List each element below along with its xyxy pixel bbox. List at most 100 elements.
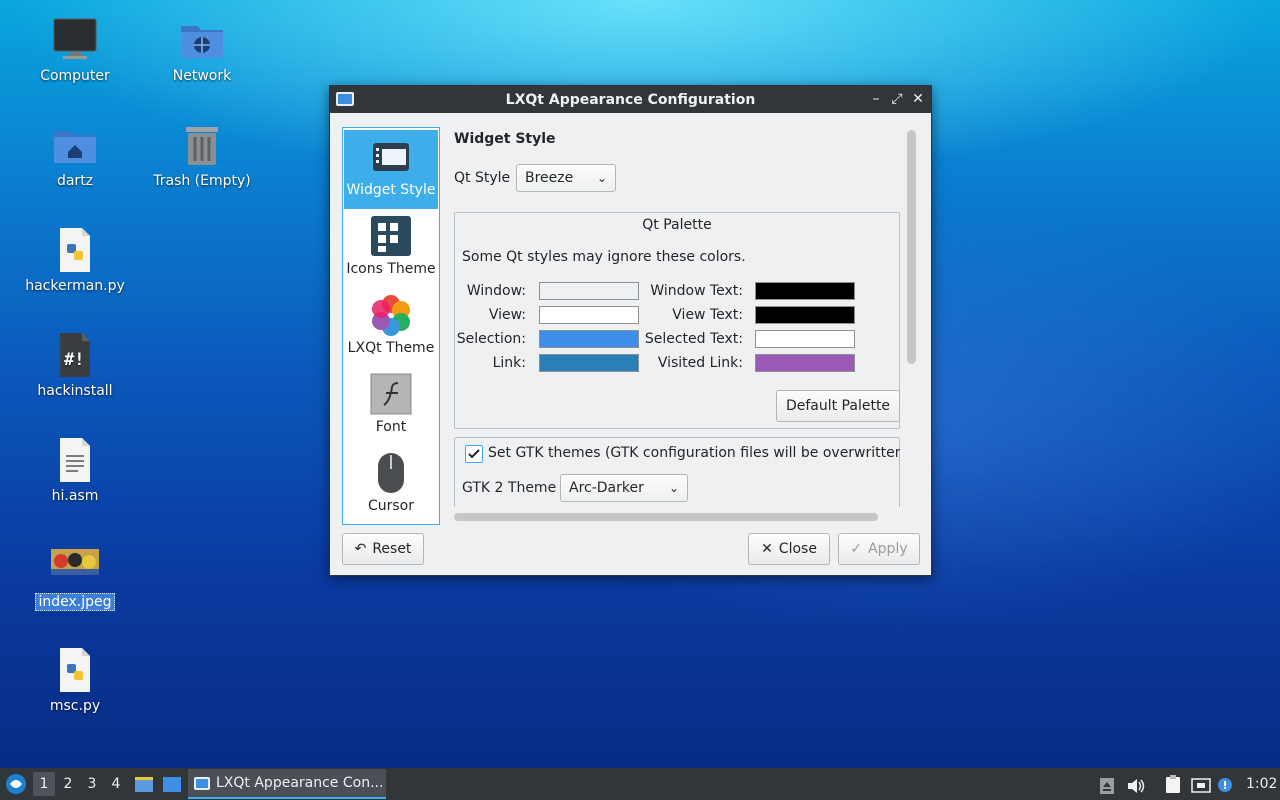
panel-heading: Widget Style — [454, 131, 556, 147]
file-manager-launcher[interactable] — [134, 774, 154, 794]
qt-style-combo[interactable]: Breeze ⌄ — [516, 164, 616, 192]
minimize-button[interactable]: – — [867, 90, 885, 108]
image-file-icon — [51, 541, 99, 589]
file-manager-icon — [135, 777, 153, 792]
task-appearance-window[interactable]: LXQt Appearance Con... — [188, 769, 386, 799]
vertical-scrollbar[interactable] — [907, 130, 916, 364]
desktop-icon-hi-asm[interactable]: hi.asm — [13, 436, 137, 504]
task-label: LXQt Appearance Con... — [216, 775, 384, 791]
window-text-color-label: Window Text: — [650, 283, 743, 299]
desktop-icon-dartz[interactable]: dartz — [13, 121, 137, 189]
network-status-button[interactable] — [1191, 775, 1211, 793]
network-icon — [1191, 778, 1211, 793]
sidebar-item-icons-theme[interactable]: Icons Theme — [344, 209, 438, 288]
link-color-swatch[interactable] — [539, 354, 639, 372]
maximize-button[interactable]: ⤢ — [888, 90, 906, 108]
python-file-icon — [51, 226, 99, 274]
info-icon — [1218, 778, 1232, 792]
close-window-button[interactable]: ✕ — [909, 90, 927, 108]
close-button-label: Close — [778, 541, 817, 557]
reset-button-label: Reset — [372, 541, 412, 557]
undo-icon: ↶ — [354, 541, 367, 557]
sidebar-item-font[interactable]: Font — [344, 367, 438, 446]
desktop-switch-4[interactable]: 4 — [105, 772, 127, 796]
gtk-group: Set GTK themes (GTK configuration files … — [454, 437, 900, 507]
desktop-icon-index-jpeg[interactable]: index.jpeg — [13, 541, 137, 611]
network-folder-icon — [178, 16, 226, 64]
window-color-swatch[interactable] — [539, 282, 639, 300]
sidebar-item-lxqt-theme[interactable]: LXQt Theme — [344, 288, 438, 367]
qt-style-value: Breeze — [525, 170, 574, 186]
reset-button[interactable]: ↶ Reset — [342, 533, 424, 565]
text-file-icon — [51, 436, 99, 484]
close-button[interactable]: ✕ Close — [748, 533, 830, 565]
window-title: LXQt Appearance Configuration — [505, 91, 756, 108]
python-file-icon — [51, 646, 99, 694]
desktop-switch-3[interactable]: 3 — [81, 772, 103, 796]
font-icon — [370, 373, 412, 415]
view-text-color-swatch[interactable] — [755, 306, 855, 324]
taskbar: 1 2 3 4 LXQt Appearance Con... 1:02 — [0, 768, 1280, 800]
desktop-icon-trash[interactable]: Trash (Empty) — [140, 121, 264, 189]
view-color-label: View: — [488, 307, 526, 323]
cursor-icon — [370, 452, 412, 494]
icons-theme-icon — [370, 215, 412, 257]
category-sidebar: Widget Style Icons Theme LXQt Theme Font… — [342, 127, 440, 525]
main-menu-button[interactable] — [4, 772, 28, 796]
visited-link-color-swatch[interactable] — [755, 354, 855, 372]
sidebar-item-cursor[interactable]: Cursor — [344, 446, 438, 525]
view-color-swatch[interactable] — [539, 306, 639, 324]
desktop-icon-label: Trash (Empty) — [153, 173, 251, 189]
desktop-switch-1[interactable]: 1 — [33, 772, 55, 796]
tray-clipboard[interactable] — [1099, 775, 1115, 794]
gtk-checkbox[interactable] — [465, 445, 483, 463]
widget-style-panel: Widget Style Qt Style Breeze ⌄ Qt Palett… — [454, 127, 900, 507]
desktop-icon-network[interactable]: Network — [140, 16, 264, 84]
clipboard-button[interactable] — [1164, 774, 1182, 794]
desktop-icon-label: Network — [172, 68, 232, 84]
check-icon: ✓ — [850, 541, 863, 557]
selection-color-swatch[interactable] — [539, 330, 639, 348]
trash-icon — [178, 121, 226, 169]
eject-icon — [1100, 778, 1114, 794]
close-icon: ✕ — [761, 541, 773, 557]
apply-button-label: Apply — [868, 541, 908, 557]
lxqt-logo-icon — [6, 774, 26, 794]
computer-icon — [51, 16, 99, 64]
default-palette-button[interactable]: Default Palette — [776, 390, 900, 422]
notification-button[interactable] — [1217, 773, 1233, 792]
desktop-icon-label: hackerman.py — [25, 278, 125, 294]
desktop-icon-hackinstall[interactable]: #! hackinstall — [13, 331, 137, 399]
desktop-icon-msc[interactable]: msc.py — [13, 646, 137, 714]
window-color-label: Window: — [466, 283, 526, 299]
widget-style-icon — [370, 136, 412, 178]
desktop-switch-2[interactable]: 2 — [57, 772, 79, 796]
home-folder-icon — [51, 121, 99, 169]
lxqt-theme-icon — [370, 294, 412, 336]
desktop-icon — [163, 777, 181, 792]
desktop-icon-computer[interactable]: Computer — [13, 16, 137, 84]
desktop-icon-label: hackinstall — [37, 383, 113, 399]
selected-text-color-swatch[interactable] — [755, 330, 855, 348]
horizontal-scrollbar[interactable] — [454, 513, 878, 521]
desktop-icon-label: hi.asm — [51, 488, 99, 504]
volume-button[interactable] — [1126, 775, 1146, 793]
gtk2-theme-value: Arc-Darker — [569, 480, 644, 496]
gtk2-theme-combo[interactable]: Arc-Darker ⌄ — [560, 474, 688, 502]
window-titlebar[interactable]: LXQt Appearance Configuration – ⤢ ✕ — [330, 86, 931, 113]
selected-text-color-label: Selected Text: — [644, 331, 743, 347]
visited-link-color-label: Visited Link: — [657, 355, 743, 371]
svg-text:#!: #! — [64, 350, 84, 370]
volume-icon — [1128, 779, 1145, 793]
window-text-color-swatch[interactable] — [755, 282, 855, 300]
sidebar-item-widget-style[interactable]: Widget Style — [344, 130, 438, 209]
gtk-checkbox-label[interactable]: Set GTK themes (GTK configuration files … — [488, 445, 900, 461]
desktop-icon-label: index.jpeg — [35, 593, 115, 611]
clock[interactable]: 1:02 — [1246, 768, 1277, 800]
desktop-icon-hackerman[interactable]: hackerman.py — [13, 226, 137, 294]
desktop-icon-label: dartz — [56, 173, 94, 189]
show-desktop-button[interactable] — [162, 774, 182, 794]
sidebar-item-label: Font — [375, 419, 407, 435]
apply-button[interactable]: ✓ Apply — [838, 533, 920, 565]
sidebar-item-label: Icons Theme — [346, 261, 436, 277]
